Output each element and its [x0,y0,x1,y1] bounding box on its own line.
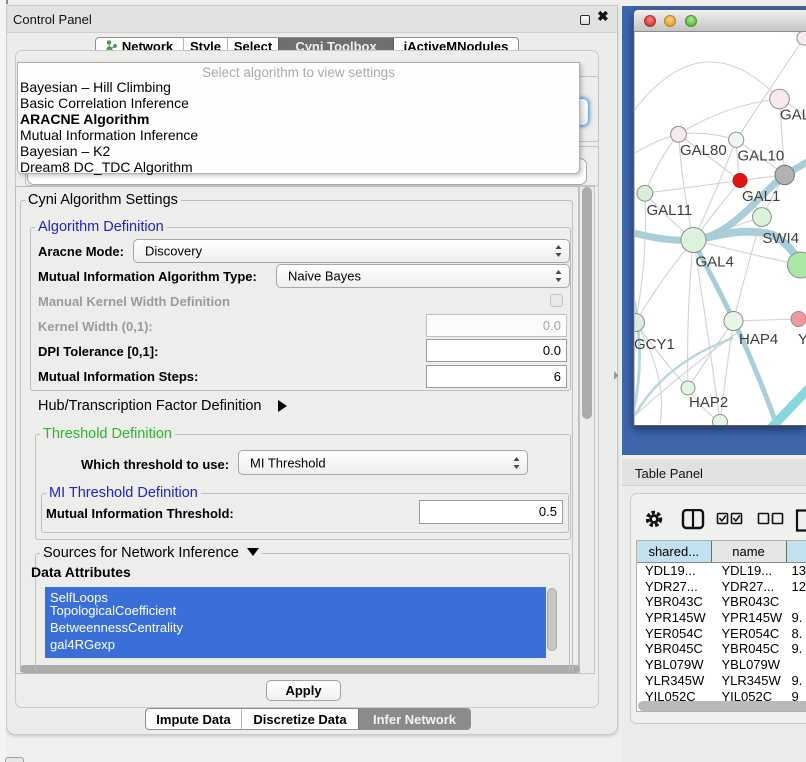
svg-text:GAL4: GAL4 [696,254,734,271]
svg-text:HAP2: HAP2 [689,394,728,411]
svg-text:Y: Y [798,331,806,348]
svg-text:GAL7: GAL7 [780,107,806,124]
svg-text:HAP4: HAP4 [739,331,778,348]
svg-text:GAL1: GAL1 [742,188,780,205]
svg-text:GAL80: GAL80 [680,142,727,159]
svg-text:GAL10: GAL10 [738,148,785,165]
svg-text:GCY1: GCY1 [635,336,675,353]
svg-text:SWI4: SWI4 [762,230,799,247]
svg-text:GAL11: GAL11 [647,202,693,219]
